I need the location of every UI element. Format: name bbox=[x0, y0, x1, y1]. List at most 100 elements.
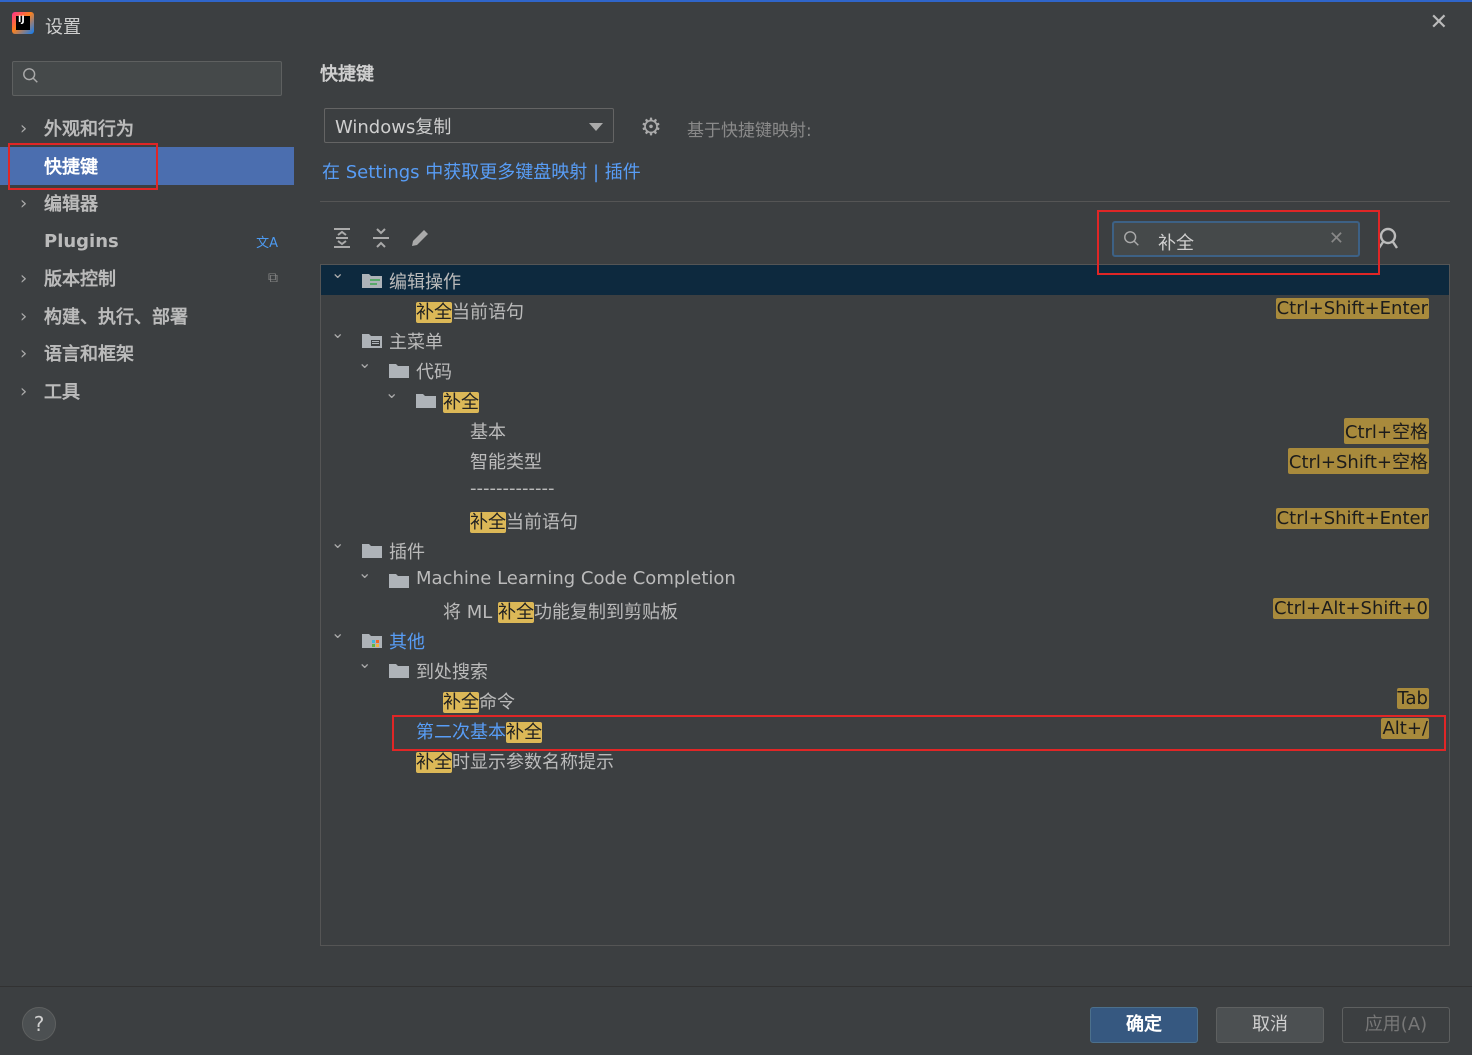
help-button[interactable]: ? bbox=[22, 1007, 56, 1041]
divider bbox=[320, 201, 1450, 202]
sidebar-item-7[interactable]: › 工具 bbox=[0, 372, 294, 410]
sidebar-item-2[interactable]: › 编辑器 bbox=[0, 184, 294, 222]
chevron-right-icon: › bbox=[20, 305, 28, 327]
folder-icon bbox=[388, 661, 409, 678]
label-part: Machine Learning Code Completion bbox=[416, 568, 736, 589]
apply-button[interactable]: 应用(A) bbox=[1342, 1007, 1450, 1043]
label-part: 智能类型 bbox=[470, 452, 542, 473]
tree-row[interactable]: 补全时显示参数名称提示 bbox=[321, 745, 1449, 775]
chevron-right-icon: › bbox=[20, 117, 28, 139]
label-part: 代码 bbox=[416, 362, 452, 383]
search-match-highlight: 补全 bbox=[443, 692, 479, 713]
get-more-keymaps-link[interactable]: 在 Settings 中获取更多键盘映射 | 插件 bbox=[322, 158, 641, 184]
tree-row-label: 补全当前语句 bbox=[416, 298, 524, 324]
tree-row[interactable]: 智能类型 Ctrl+Shift+空格 bbox=[321, 445, 1449, 475]
intellij-logo-icon: IJ bbox=[12, 12, 34, 34]
folder-icon bbox=[415, 391, 436, 408]
sidebar-item-label: 版本控制 bbox=[44, 269, 116, 290]
sidebar-search-input[interactable] bbox=[12, 61, 282, 96]
chevron-right-icon: › bbox=[20, 342, 28, 364]
tree-row-label: 基本 bbox=[470, 418, 506, 444]
tree-row[interactable]: ⌄ 到处搜索 bbox=[321, 653, 1449, 685]
chevron-right-icon: › bbox=[20, 192, 28, 214]
label-part: 功能复制到剪贴板 bbox=[534, 602, 679, 623]
gear-icon[interactable]: ⚙ bbox=[638, 114, 664, 140]
tree-row[interactable]: ⌄ 其他 bbox=[321, 623, 1449, 655]
tree-row[interactable]: 补全当前语句 Ctrl+Shift+Enter bbox=[321, 295, 1449, 325]
tree-row[interactable]: ⌄ 主菜单 bbox=[321, 323, 1449, 355]
sidebar-item-3[interactable]: Plugins 文A bbox=[0, 222, 294, 260]
label-part: 命令 bbox=[479, 692, 515, 713]
tree-row-label: 第二次基本补全 bbox=[416, 718, 542, 744]
tree-row-label: 补全时显示参数名称提示 bbox=[416, 748, 614, 774]
tree-row-label: 到处搜索 bbox=[416, 658, 488, 684]
label-part: 其他 bbox=[389, 632, 425, 653]
tree-row[interactable]: 补全当前语句 Ctrl+Shift+Enter bbox=[321, 505, 1449, 535]
tree-row[interactable]: 补全命令 Tab bbox=[321, 685, 1449, 715]
shortcut-search-input[interactable]: 补全 ✕ bbox=[1112, 221, 1360, 257]
shortcut-badge: Ctrl+Alt+Shift+0 bbox=[1272, 598, 1429, 619]
find-by-shortcut-icon[interactable] bbox=[1376, 226, 1402, 252]
folder-icon bbox=[388, 571, 409, 588]
sidebar-item-5[interactable]: › 构建、执行、部署 bbox=[0, 297, 294, 335]
tree-row-label: 补全当前语句 bbox=[470, 508, 578, 534]
title-bar: IJ 设置 ✕ bbox=[0, 2, 1472, 46]
shortcut-badge: Ctrl+空格 bbox=[1343, 418, 1429, 444]
tree-row-label: 其他 bbox=[389, 628, 425, 654]
keymap-panel: 快捷键 Windows复制 ⚙ 基于快捷键映射: 在 Settings 中获取更… bbox=[294, 46, 1472, 986]
tree-row[interactable]: ⌄ 补全 bbox=[321, 383, 1449, 415]
other-icon bbox=[361, 631, 382, 648]
chevron-down-icon[interactable]: ⌄ bbox=[331, 323, 344, 342]
shortcut-badge: Tab bbox=[1396, 688, 1429, 709]
translate-icon: 文A bbox=[256, 235, 278, 251]
chevron-down-icon[interactable]: ⌄ bbox=[385, 383, 398, 402]
sidebar-item-0[interactable]: › 外观和行为 bbox=[0, 109, 294, 147]
search-match-highlight: 补全 bbox=[498, 602, 535, 623]
sidebar-item-label: 工具 bbox=[44, 382, 80, 403]
sidebar-item-6[interactable]: › 语言和框架 bbox=[0, 334, 294, 372]
keymap-dropdown[interactable]: Windows复制 bbox=[324, 108, 614, 143]
tree-row[interactable]: 基本 Ctrl+空格 bbox=[321, 415, 1449, 445]
folder-icon bbox=[361, 541, 382, 558]
label-part: 编辑操作 bbox=[389, 272, 461, 293]
tree-row-label: ------------- bbox=[470, 478, 554, 499]
chevron-down-icon[interactable]: ⌄ bbox=[331, 263, 344, 282]
sidebar-item-label: 外观和行为 bbox=[44, 119, 134, 140]
search-value: 补全 bbox=[1158, 233, 1194, 254]
chevron-down-icon bbox=[589, 123, 603, 131]
label-part: 将 ML bbox=[443, 602, 499, 623]
settings-dialog: IJ 设置 ✕ › 外观和行为 快捷键 › 编辑器 Plugins 文A › 版本控制 ⧉ › 构建、… bbox=[0, 0, 1472, 1055]
tree-row[interactable]: ⌄ 编辑操作 bbox=[321, 263, 1449, 295]
tree-row[interactable]: ⌄ Machine Learning Code Completion bbox=[321, 563, 1449, 595]
chevron-right-icon: › bbox=[20, 267, 28, 289]
sidebar-item-1[interactable]: 快捷键 bbox=[0, 147, 294, 185]
tree-row-label: 将 ML 补全功能复制到剪贴板 bbox=[443, 598, 678, 624]
collapse-all-icon[interactable] bbox=[369, 226, 393, 250]
search-match-highlight: 补全 bbox=[470, 512, 506, 533]
keymap-tree: ⌄ 编辑操作 补全当前语句 Ctrl+Shift+Enter ⌄ 主菜单 ⌄ 代码 ⌄ 补全 基本 C… bbox=[320, 263, 1450, 946]
chevron-down-icon[interactable]: ⌄ bbox=[358, 653, 371, 672]
cancel-button[interactable]: 取消 bbox=[1216, 1007, 1324, 1043]
tree-row-label: 补全 bbox=[443, 388, 479, 414]
close-icon[interactable]: ✕ bbox=[1430, 10, 1448, 35]
tree-row[interactable]: 第二次基本补全 Alt+/ bbox=[321, 715, 1449, 745]
shortcut-badge: Alt+/ bbox=[1381, 718, 1429, 739]
chevron-down-icon[interactable]: ⌄ bbox=[331, 533, 344, 552]
label-part: 基本 bbox=[470, 422, 506, 443]
tree-row[interactable]: ⌄ 代码 bbox=[321, 353, 1449, 385]
tree-row[interactable]: 将 ML 补全功能复制到剪贴板 Ctrl+Alt+Shift+0 bbox=[321, 595, 1449, 625]
label-part: 到处搜索 bbox=[416, 662, 488, 683]
chevron-right-icon: › bbox=[20, 380, 28, 402]
sidebar-item-label: 语言和框架 bbox=[44, 344, 134, 365]
edit-pencil-icon[interactable] bbox=[408, 226, 432, 250]
tree-row[interactable]: ------------- bbox=[321, 475, 1449, 505]
clear-icon[interactable]: ✕ bbox=[1329, 228, 1344, 249]
ok-button[interactable]: 确定 bbox=[1090, 1007, 1198, 1043]
dialog-footer: ? 确定 取消 应用(A) bbox=[0, 986, 1472, 1055]
sidebar-item-4[interactable]: › 版本控制 ⧉ bbox=[0, 259, 294, 297]
tree-row[interactable]: ⌄ 插件 bbox=[321, 533, 1449, 565]
expand-all-icon[interactable] bbox=[330, 226, 354, 250]
chevron-down-icon[interactable]: ⌄ bbox=[358, 353, 371, 372]
chevron-down-icon[interactable]: ⌄ bbox=[358, 563, 371, 582]
chevron-down-icon[interactable]: ⌄ bbox=[331, 623, 344, 642]
